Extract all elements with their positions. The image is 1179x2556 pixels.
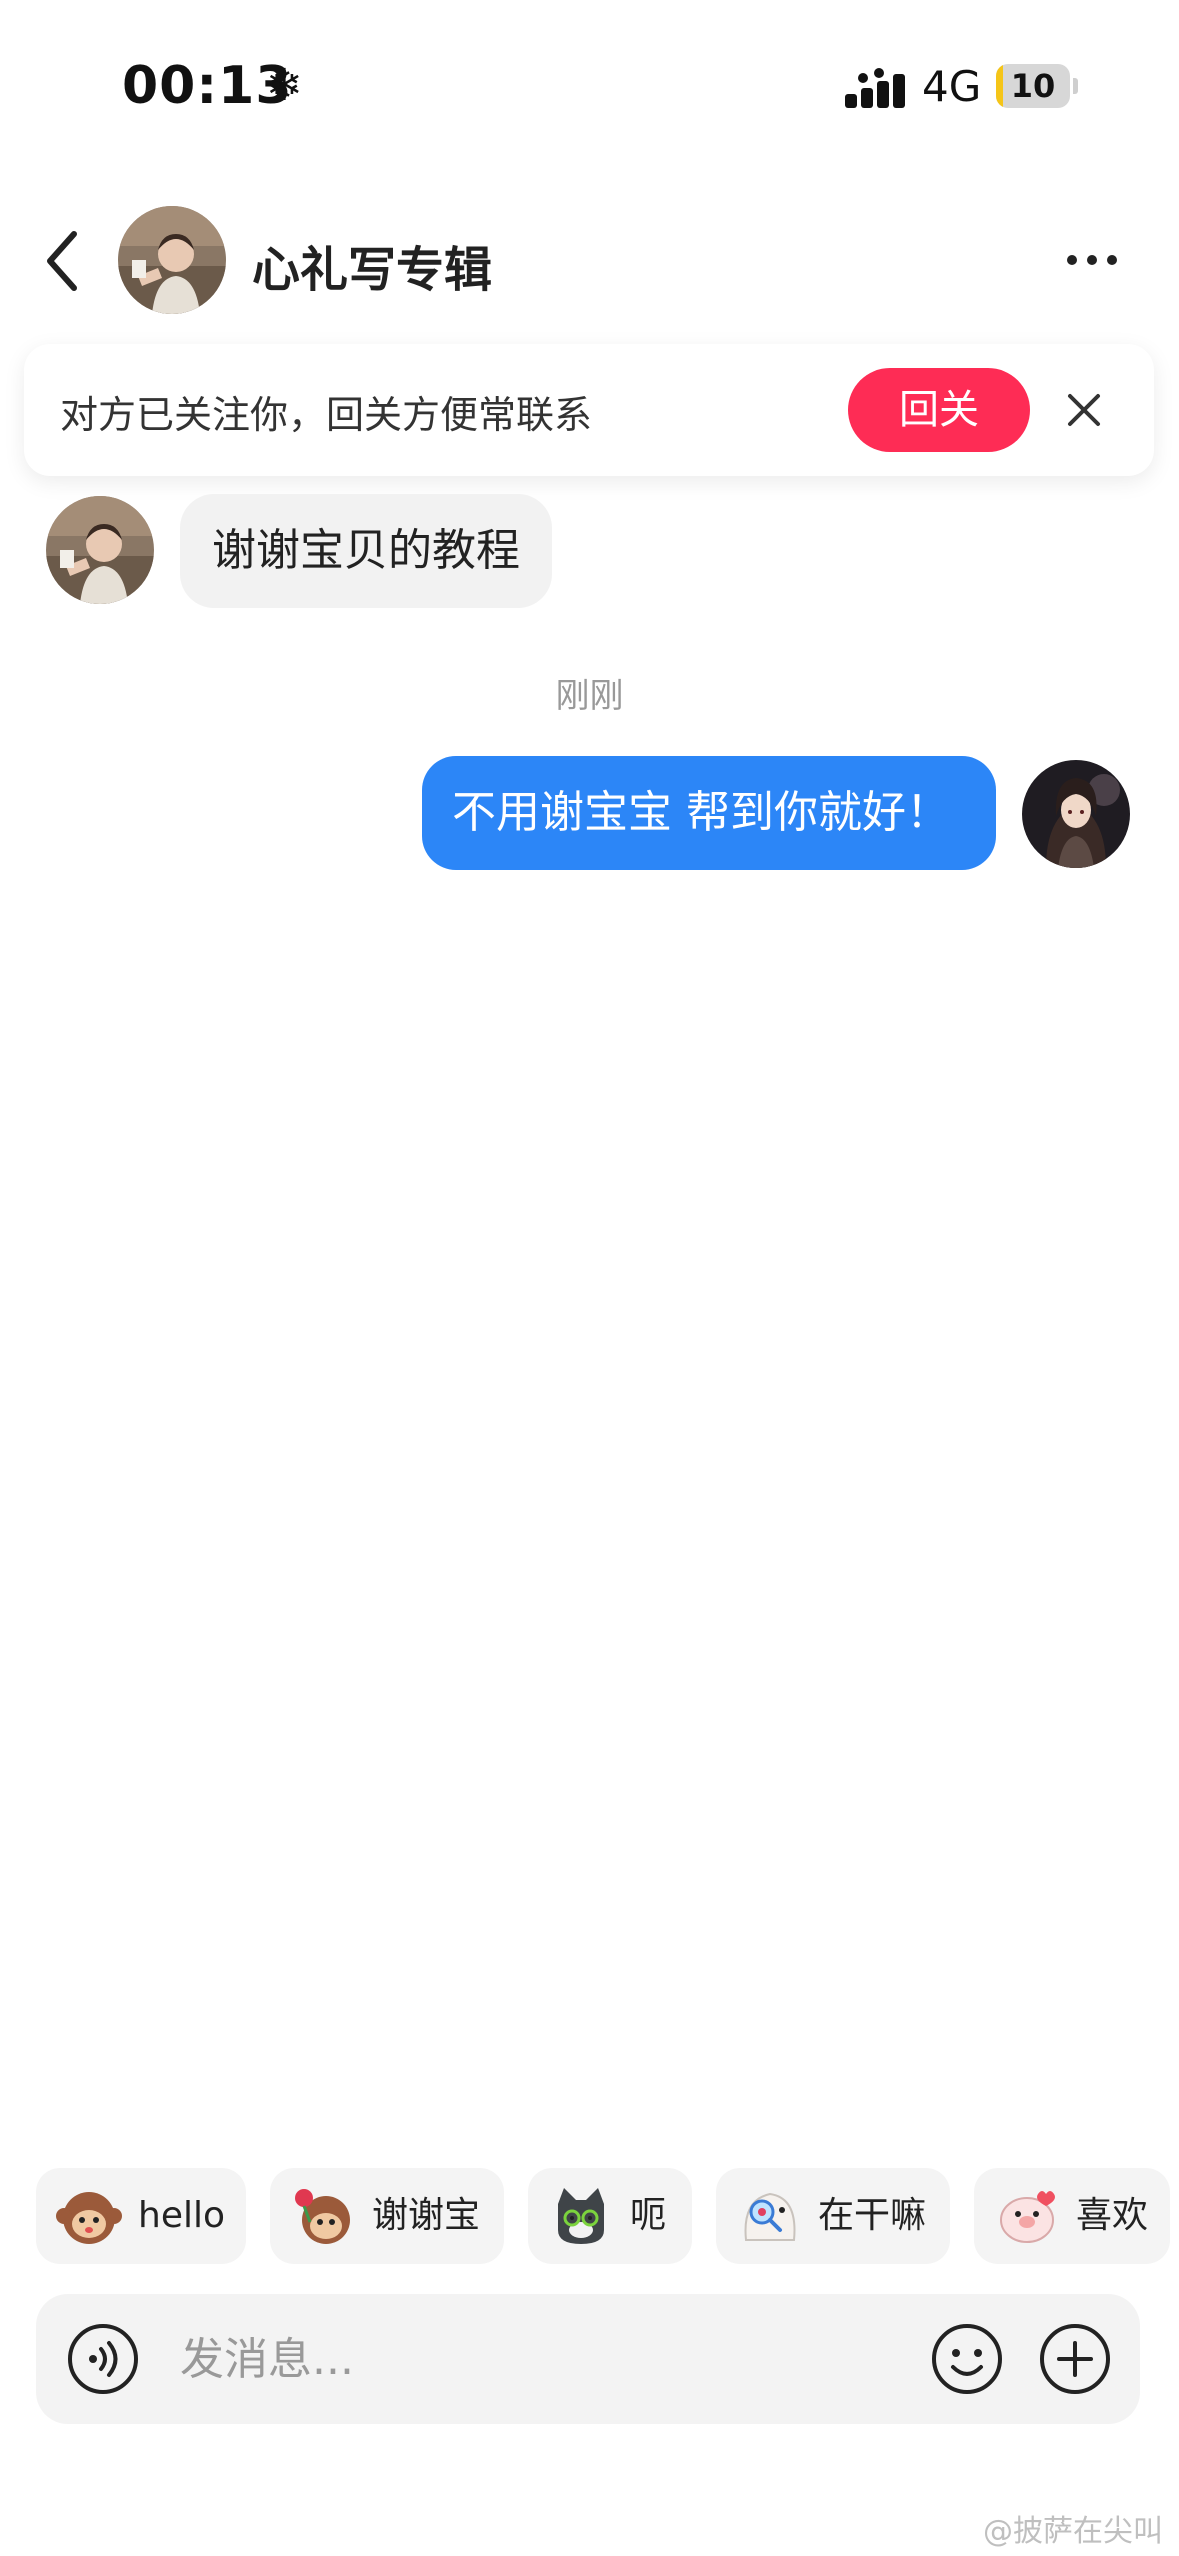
incoming-message-bubble[interactable]: 谢谢宝贝的教程 — [180, 494, 552, 608]
incoming-sender-avatar[interactable] — [46, 496, 154, 604]
monkey-wave-sticker-icon — [56, 2192, 122, 2244]
battery-icon: 10 — [996, 64, 1070, 108]
quick-reply-label: hello — [138, 2195, 225, 2236]
outgoing-message-bubble[interactable]: 不用谢宝宝 帮到你就好！ — [422, 756, 996, 870]
quick-reply-label: 喜欢 — [1076, 2195, 1149, 2236]
child-photo-avatar-image — [46, 496, 154, 604]
quick-reply-label: 在干嘛 — [818, 2195, 927, 2236]
add-attachment-icon[interactable] — [1038, 2322, 1112, 2396]
contact-name[interactable]: 心礼写专辑 — [252, 230, 492, 300]
voice-input-icon[interactable] — [66, 2322, 140, 2396]
more-options-icon[interactable] — [1064, 240, 1120, 280]
watermark: @披萨在尖叫 — [983, 2514, 1163, 2549]
snowflake-icon: ❄ — [266, 60, 303, 111]
close-icon[interactable] — [1060, 386, 1108, 434]
quick-reply-label: 呃 — [630, 2195, 667, 2236]
pig-heart-sticker-icon — [1000, 2191, 1055, 2243]
quick-reply-chip[interactable]: 呃 — [528, 2168, 692, 2264]
network-type: 4G — [922, 62, 982, 111]
battery-percent: 10 — [1010, 67, 1056, 105]
quick-reply-label: 谢谢宝 — [372, 2195, 481, 2236]
my-avatar[interactable] — [1022, 760, 1130, 868]
cat-glasses-sticker-icon — [558, 2188, 604, 2244]
monkey-rose-sticker-icon — [295, 2189, 350, 2244]
blob-magnifier-sticker-icon — [744, 2192, 796, 2241]
follow-banner-text: 对方已关注你，回关方便常联系 — [60, 393, 593, 437]
message-timestamp: 刚刚 — [555, 676, 624, 716]
quick-reply-chip[interactable]: 喜欢 — [974, 2168, 1170, 2264]
follow-back-button[interactable]: 回关 — [848, 368, 1030, 452]
follow-back-banner: 对方已关注你，回关方便常联系 回关 — [24, 344, 1154, 476]
emoji-icon[interactable] — [930, 2322, 1004, 2396]
quick-reply-chip[interactable]: 在干嘛 — [716, 2168, 950, 2264]
contact-avatar[interactable] — [118, 206, 226, 314]
message-input[interactable] — [180, 2324, 940, 2394]
child-photo-avatar-image — [118, 206, 226, 314]
battery-nub — [1073, 78, 1078, 94]
quick-reply-chip[interactable]: 谢谢宝 — [270, 2168, 504, 2264]
message-composer — [36, 2294, 1140, 2424]
back-arrow-icon[interactable] — [40, 226, 84, 296]
quick-reply-chip[interactable]: hello — [36, 2168, 246, 2264]
anime-girl-avatar-image — [1022, 760, 1130, 868]
